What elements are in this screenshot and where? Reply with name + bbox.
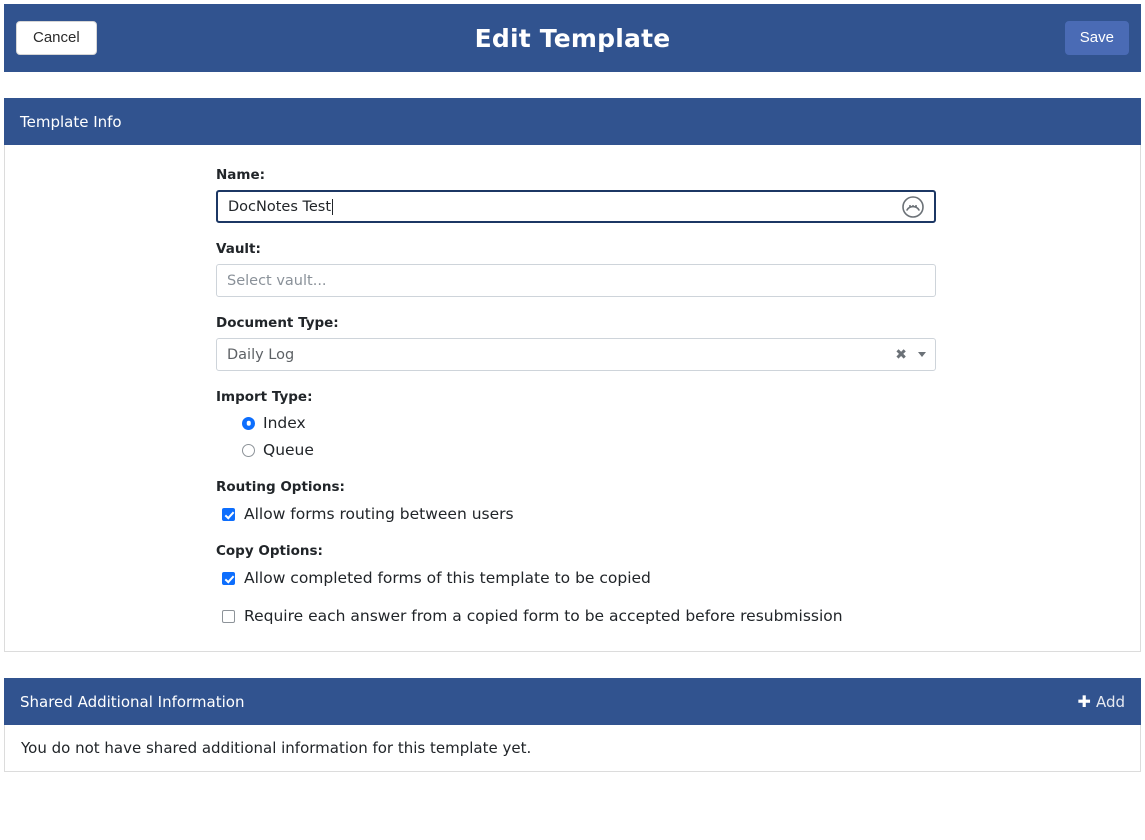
toolbar-panel-gap: [0, 72, 1145, 98]
vault-placeholder: Select vault...: [227, 272, 327, 289]
chevron-down-icon[interactable]: [918, 352, 926, 357]
shared-additional-information-header: Shared Additional Information ✚ Add: [4, 678, 1141, 725]
clear-x-icon[interactable]: ✖: [895, 347, 907, 363]
shared-additional-information-body: You do not have shared additional inform…: [4, 725, 1141, 772]
template-info-panel-header: Template Info: [4, 98, 1141, 145]
radio-queue-icon[interactable]: [242, 443, 255, 457]
radio-index-icon[interactable]: [242, 416, 255, 430]
routing-options-label: Routing Options:: [216, 479, 345, 495]
import-type-option-queue[interactable]: Queue: [242, 441, 936, 459]
copy-options-gap: [216, 587, 936, 597]
checkbox-allow-copy-icon[interactable]: [222, 571, 235, 585]
top-toolbar: Cancel Edit Template Save: [4, 4, 1141, 72]
template-info-panel: Template Info Name: DocNotes Test Vault:…: [4, 98, 1141, 652]
vault-field-group: Vault: Select vault...: [216, 241, 936, 297]
shared-additional-information-panel: Shared Additional Information ✚ Add You …: [4, 678, 1141, 772]
copy-option-require-accept-label: Require each answer from a copied form t…: [244, 607, 843, 625]
routing-option-allow-routing-label: Allow forms routing between users: [244, 505, 514, 523]
copy-option-allow-copy[interactable]: Allow completed forms of this template t…: [222, 569, 936, 587]
dictation-icon[interactable]: [901, 195, 925, 219]
checkbox-require-accept-icon[interactable]: [222, 609, 235, 623]
routing-options-group: Routing Options: Allow forms routing bet…: [216, 479, 936, 523]
add-shared-info-label: Add: [1095, 692, 1125, 711]
document-type-select[interactable]: Daily Log ✖: [216, 338, 936, 371]
template-info-panel-title: Template Info: [20, 112, 122, 131]
import-type-label: Import Type:: [216, 389, 313, 405]
vault-select[interactable]: Select vault...: [216, 264, 936, 297]
import-type-index-label: Index: [263, 414, 306, 432]
name-label: Name:: [216, 167, 266, 183]
routing-option-allow-routing[interactable]: Allow forms routing between users: [222, 505, 936, 523]
import-type-queue-label: Queue: [263, 441, 314, 459]
document-type-label: Document Type:: [216, 315, 339, 331]
import-type-group: Import Type: Index Queue: [216, 389, 936, 459]
copy-option-allow-copy-label: Allow completed forms of this template t…: [244, 569, 651, 587]
plus-icon: ✚: [1077, 692, 1091, 711]
panel-gap: [0, 652, 1145, 678]
template-info-panel-body: Name: DocNotes Test Vault: Select vault.…: [4, 145, 1141, 652]
import-type-option-index[interactable]: Index: [242, 414, 936, 432]
text-cursor: [332, 198, 334, 215]
shared-additional-information-title: Shared Additional Information: [20, 692, 245, 711]
save-button[interactable]: Save: [1064, 20, 1129, 56]
name-input[interactable]: DocNotes Test: [216, 190, 936, 223]
copy-options-label: Copy Options:: [216, 543, 323, 559]
copy-options-group: Copy Options: Allow completed forms of t…: [216, 543, 936, 625]
copy-option-require-accept[interactable]: Require each answer from a copied form t…: [222, 607, 936, 625]
document-type-value: Daily Log: [227, 346, 295, 363]
name-field-group: Name: DocNotes Test: [216, 167, 936, 223]
document-type-field-group: Document Type: Daily Log ✖: [216, 315, 936, 371]
checkbox-allow-routing-icon[interactable]: [222, 507, 235, 521]
cancel-button[interactable]: Cancel: [16, 20, 97, 56]
add-shared-info-button[interactable]: ✚ Add: [1078, 692, 1125, 711]
vault-label: Vault:: [216, 241, 261, 257]
document-type-indicators: ✖: [895, 347, 926, 363]
shared-additional-information-empty-message: You do not have shared additional inform…: [21, 739, 532, 757]
name-input-value: DocNotes Test: [228, 198, 332, 215]
page-title: Edit Template: [474, 23, 671, 53]
